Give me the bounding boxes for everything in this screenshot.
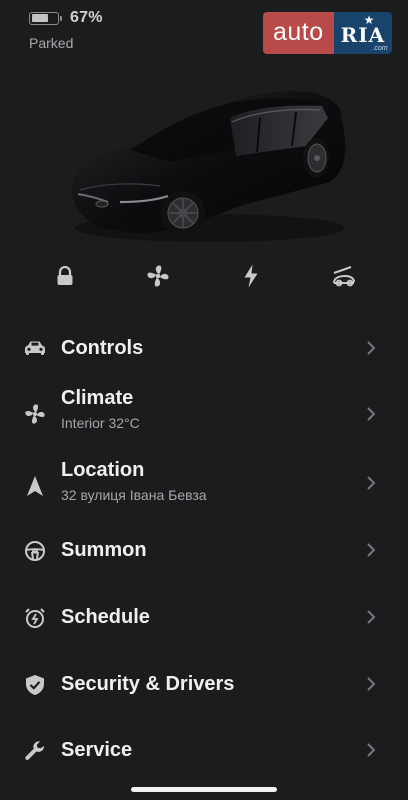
menu-item-label: Controls bbox=[61, 337, 144, 359]
battery-fill bbox=[31, 14, 49, 22]
battery-percent: 67% bbox=[70, 9, 103, 26]
menu-item-label: Security & Drivers bbox=[61, 673, 235, 695]
car-icon bbox=[22, 335, 48, 361]
location-address: 32 вулиця Івана Бевза bbox=[61, 487, 207, 503]
menu-item-label: Summon bbox=[61, 539, 147, 561]
chevron-right-icon bbox=[367, 677, 376, 691]
shield-check-icon bbox=[22, 672, 48, 698]
vehicle-state: Parked bbox=[29, 35, 74, 51]
menu-item-controls[interactable]: Controls bbox=[0, 315, 408, 381]
lightning-icon[interactable] bbox=[237, 262, 265, 290]
chevron-right-icon bbox=[367, 543, 376, 557]
frunk-icon[interactable] bbox=[330, 262, 358, 290]
quick-controls bbox=[0, 262, 408, 290]
chevron-right-icon bbox=[367, 743, 376, 757]
autoria-watermark: auto ★ RIA .com bbox=[263, 12, 392, 54]
watermark-ria-text: RIA bbox=[340, 23, 386, 47]
menu-item-label: Climate bbox=[61, 387, 134, 409]
wrench-icon bbox=[22, 738, 48, 764]
menu-item-label: Service bbox=[61, 739, 133, 761]
home-indicator[interactable] bbox=[131, 787, 277, 792]
menu-item-climate[interactable]: Climate Interior 32°C bbox=[0, 383, 408, 449]
menu-item-service[interactable]: Service bbox=[0, 717, 408, 783]
menu-item-schedule[interactable]: Schedule bbox=[0, 584, 408, 650]
watermark-auto-text: auto bbox=[263, 12, 334, 54]
watermark-ria-block: ★ RIA .com bbox=[333, 12, 392, 54]
chevron-right-icon bbox=[367, 407, 376, 421]
menu-item-security-drivers[interactable]: Security & Drivers bbox=[0, 651, 408, 717]
lock-icon[interactable] bbox=[51, 262, 79, 290]
alarm-clock-icon bbox=[22, 605, 48, 631]
menu-item-summon[interactable]: Summon bbox=[0, 517, 408, 583]
fan-icon[interactable] bbox=[144, 262, 172, 290]
vehicle-status: 67% Parked bbox=[29, 9, 103, 51]
location-arrow-icon bbox=[22, 473, 48, 499]
battery-icon bbox=[29, 11, 62, 25]
watermark-com-text: .com bbox=[372, 45, 388, 52]
menu-item-location[interactable]: Location 32 вулиця Івана Бевза bbox=[0, 455, 408, 521]
chevron-right-icon bbox=[367, 610, 376, 624]
chevron-right-icon bbox=[367, 476, 376, 490]
fan-icon bbox=[22, 401, 48, 427]
climate-interior-temp: Interior 32°C bbox=[61, 415, 140, 431]
steering-wheel-icon bbox=[22, 538, 48, 564]
chevron-right-icon bbox=[367, 341, 376, 355]
menu-item-label: Schedule bbox=[61, 606, 150, 628]
menu-item-label: Location bbox=[61, 459, 145, 481]
car-image bbox=[72, 91, 346, 242]
battery-indicator: 67% bbox=[29, 9, 103, 27]
